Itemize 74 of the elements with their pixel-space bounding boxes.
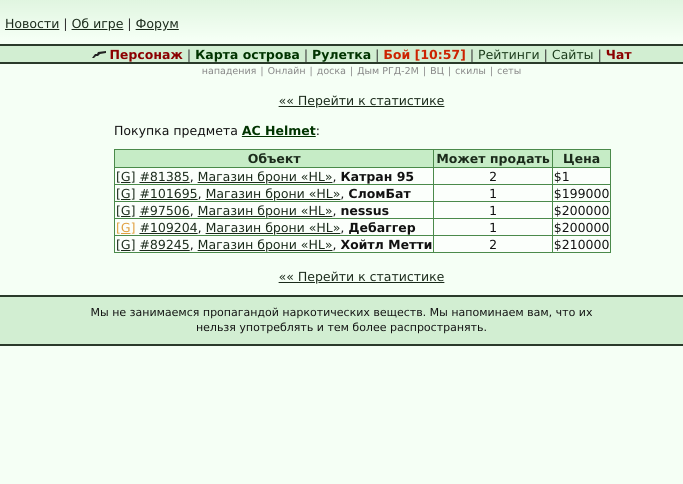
statistics-link[interactable]: «« Перейти к статистике bbox=[278, 269, 444, 284]
column-header: Объект bbox=[114, 150, 434, 168]
separator: | bbox=[448, 66, 452, 77]
nav-link[interactable]: Чат bbox=[606, 46, 632, 62]
separator: | bbox=[470, 46, 474, 62]
comma: , bbox=[190, 202, 195, 218]
quantity-cell: 1 bbox=[434, 202, 552, 218]
comma: , bbox=[198, 186, 203, 200]
comma: , bbox=[340, 220, 346, 234]
shop-link[interactable]: Магазин брони «HL» bbox=[198, 236, 332, 252]
price-cell: $210000 bbox=[552, 236, 611, 252]
owner-name: nessus bbox=[340, 202, 390, 218]
shop-link[interactable]: Магазин брони «HL» bbox=[206, 186, 340, 200]
comma: , bbox=[198, 220, 203, 234]
shop-link[interactable]: Магазин брони «HL» bbox=[206, 220, 340, 234]
separator: | bbox=[598, 46, 602, 62]
quantity-cell: 2 bbox=[434, 168, 552, 184]
comma: , bbox=[332, 202, 338, 218]
price-cell: $1 bbox=[552, 168, 611, 184]
id-link[interactable]: #97506 bbox=[139, 202, 190, 218]
separator: | bbox=[304, 46, 308, 62]
column-header: Может продать bbox=[434, 150, 552, 168]
separator: | bbox=[375, 46, 380, 62]
price-cell: $199000 bbox=[552, 184, 611, 202]
sub-nav-link[interactable]: ВЦ bbox=[430, 66, 444, 77]
shop-link[interactable]: Магазин брони «HL» bbox=[198, 168, 332, 184]
purchase-label: Покупка предмета bbox=[114, 123, 239, 138]
nav-link[interactable]: Сайты bbox=[552, 46, 594, 62]
quantity-cell: 1 bbox=[434, 184, 552, 202]
top-link[interactable]: Об игре bbox=[72, 16, 124, 44]
g-link[interactable]: [G] bbox=[116, 186, 136, 200]
g-link[interactable]: [G] bbox=[116, 202, 136, 218]
price-cell: $200000 bbox=[552, 202, 611, 218]
nav-link[interactable]: Рейтинги bbox=[478, 46, 540, 62]
quantity-cell: 1 bbox=[434, 218, 552, 236]
comma: , bbox=[332, 236, 338, 252]
g-link[interactable]: [G] bbox=[116, 168, 136, 184]
separator: | bbox=[490, 66, 494, 77]
owner-name: СломБат bbox=[348, 186, 411, 200]
separator: | bbox=[422, 66, 426, 77]
owner-name: Катран 95 bbox=[340, 168, 414, 184]
price-cell: $200000 bbox=[552, 218, 611, 236]
separator: | bbox=[544, 46, 548, 62]
g-link[interactable]: [G] bbox=[116, 236, 136, 252]
statistics-link[interactable]: «« Перейти к статистике bbox=[278, 93, 444, 108]
quantity-cell: 2 bbox=[434, 236, 552, 252]
comma: , bbox=[340, 186, 346, 200]
rifle-icon bbox=[91, 50, 108, 58]
separator: | bbox=[63, 16, 68, 33]
item-link[interactable]: AC Helmet bbox=[242, 123, 316, 138]
owner-name: Дебаггер bbox=[348, 220, 416, 234]
nav-link[interactable]: Карта острова bbox=[195, 46, 300, 62]
footer-text: Мы не занимаемся пропагандой наркотических веществ. Мы напоминаем вам, что их нельзя употреблять и тем более распространять. bbox=[90, 305, 594, 336]
comma: , bbox=[190, 236, 195, 252]
column-header: Цена bbox=[552, 150, 611, 168]
separator: | bbox=[186, 46, 192, 62]
separator: | bbox=[260, 66, 264, 77]
separator: | bbox=[350, 66, 354, 77]
separator: | bbox=[127, 16, 132, 33]
id-link[interactable]: #109204 bbox=[139, 220, 198, 234]
comma: , bbox=[332, 168, 338, 184]
owner-name: Хойтл Метти bbox=[340, 236, 432, 252]
nav-link[interactable]: Рулетка bbox=[312, 46, 372, 62]
nav-link[interactable]: Персонаж bbox=[91, 46, 183, 62]
colon: : bbox=[316, 123, 320, 138]
top-link[interactable]: Новости bbox=[5, 16, 60, 44]
nav-link[interactable]: Бой [10:57] bbox=[383, 46, 466, 62]
id-link[interactable]: #101695 bbox=[139, 186, 198, 200]
separator: | bbox=[310, 66, 313, 77]
top-link[interactable]: Форум bbox=[136, 16, 179, 44]
shop-link[interactable]: Магазин брони «HL» bbox=[198, 202, 332, 218]
id-link[interactable]: #81385 bbox=[139, 168, 190, 184]
id-link[interactable]: #89245 bbox=[139, 236, 190, 252]
comma: , bbox=[190, 168, 195, 184]
